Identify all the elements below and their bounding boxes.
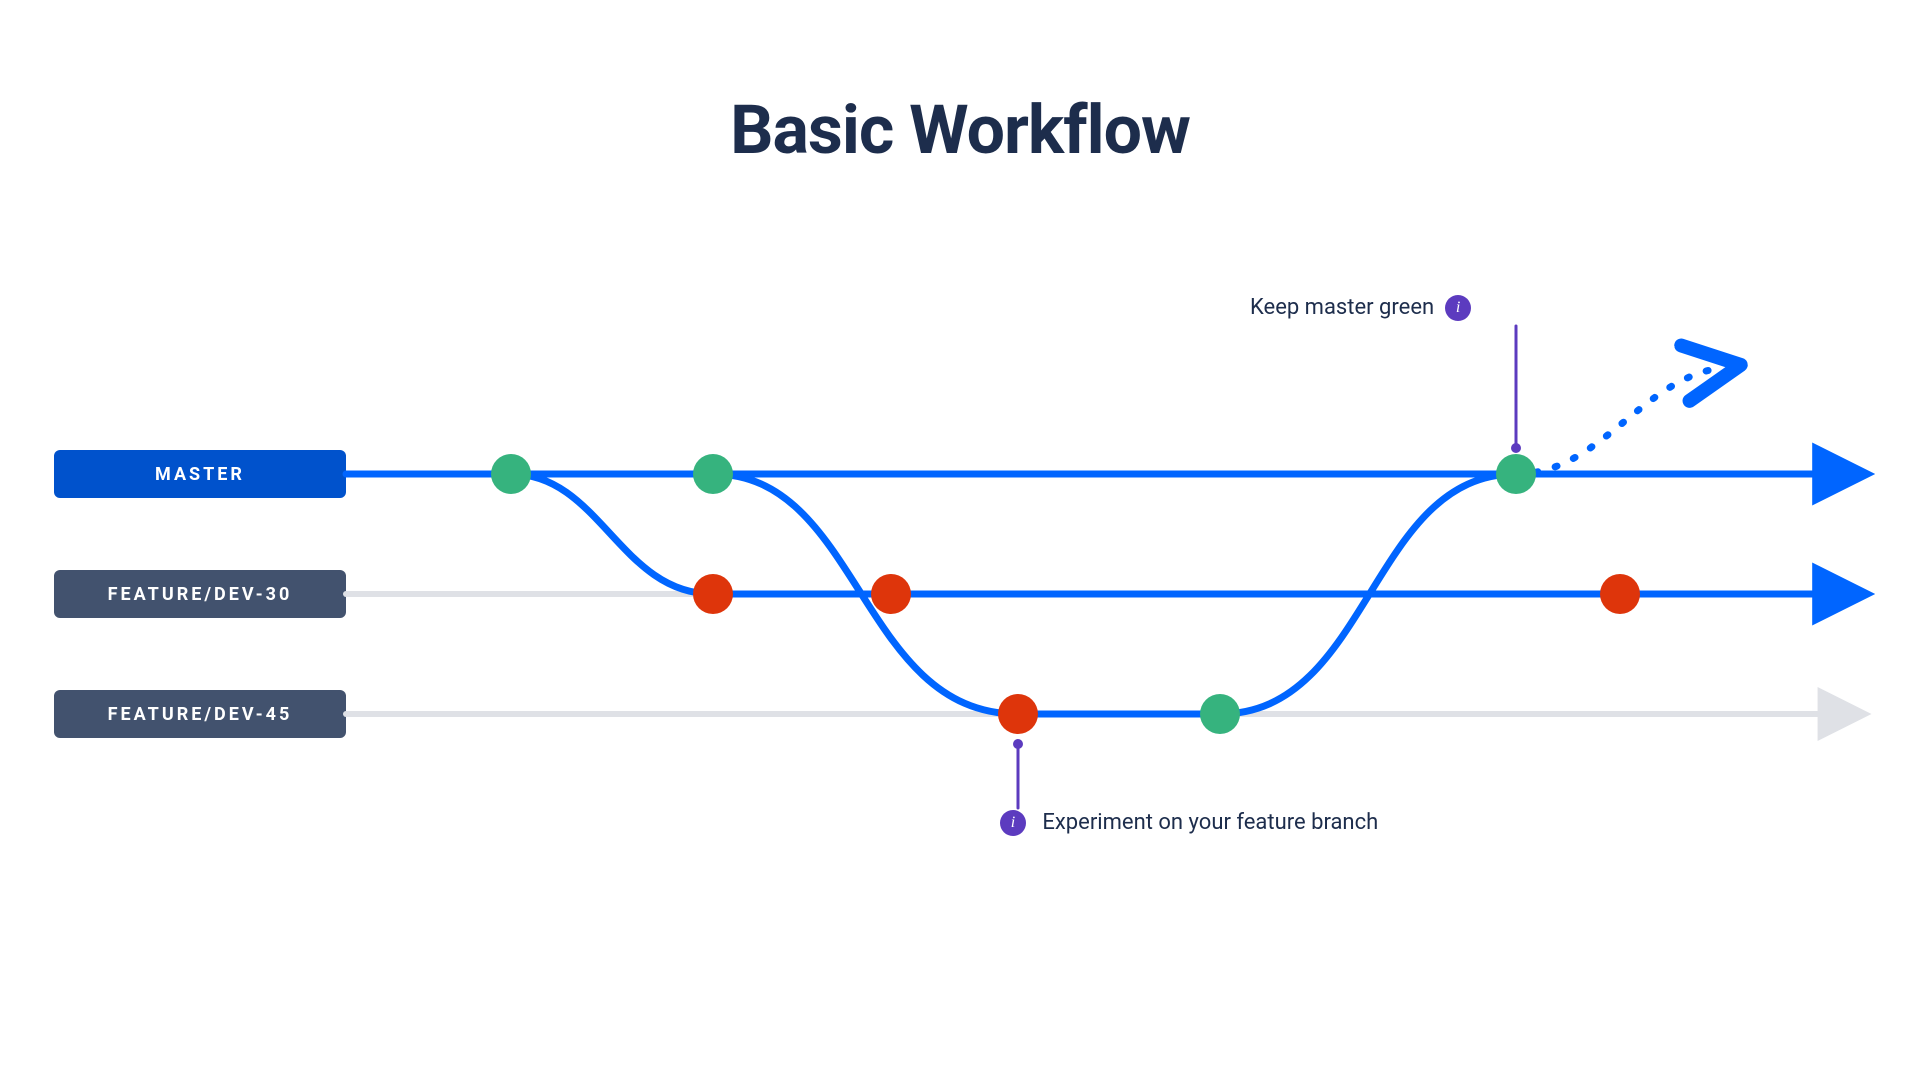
edge-dotted-future [1516,368,1720,474]
commit-d30c [1600,574,1640,614]
commit-m2 [693,454,733,494]
diagram-stage: Basic Workflow MASTER FEATURE/DEV-30 FEA… [0,0,1920,1080]
callout-dot-top [1511,443,1521,453]
commit-m1 [491,454,531,494]
callout-dot-bottom [1013,739,1023,749]
commit-d30a [693,574,733,614]
edge-m1-d30a [511,474,713,594]
commit-m3 [1496,454,1536,494]
workflow-svg [0,0,1920,1080]
commit-d45b [1200,694,1240,734]
commit-d30b [871,574,911,614]
commit-d45a [998,694,1038,734]
